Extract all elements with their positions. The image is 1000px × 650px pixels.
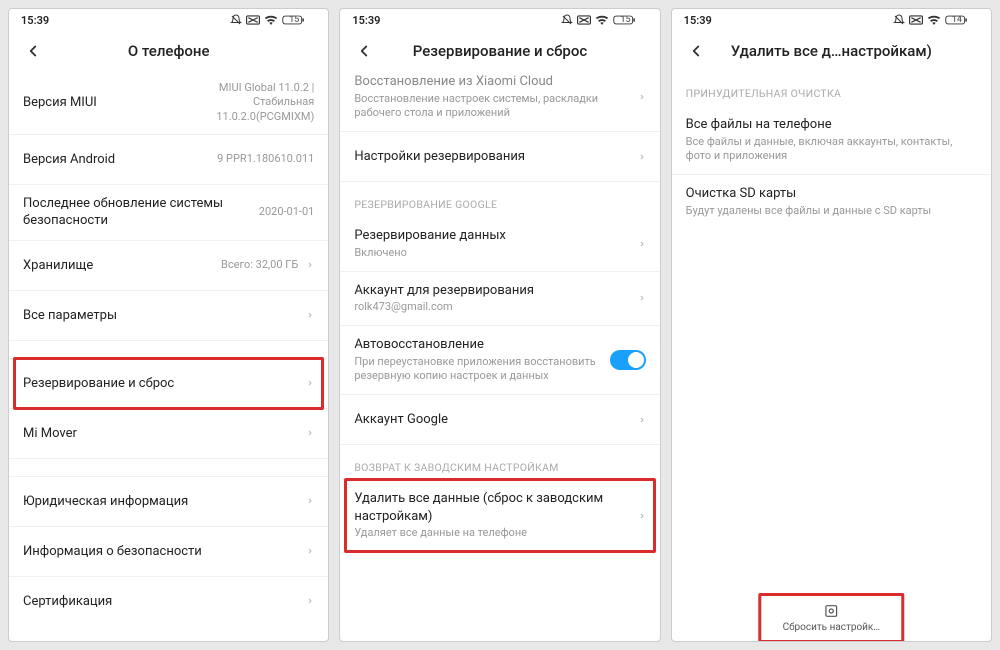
status-bar: 15:39 15 — [340, 9, 659, 31]
chevron-left-icon — [355, 42, 373, 60]
toggle-auto-restore[interactable] — [610, 350, 646, 370]
dnd-icon — [230, 14, 242, 26]
row-backup-settings[interactable]: Настройки резервирования — [340, 131, 659, 181]
section-force-wipe: ПРИНУДИТЕЛЬНАЯ ОЧИСТКА — [672, 71, 991, 106]
chevron-right-icon — [306, 595, 314, 607]
status-icons: 14 — [893, 14, 979, 26]
chevron-right-icon — [638, 238, 646, 250]
chevron-left-icon — [24, 42, 42, 60]
chevron-right-icon — [306, 427, 314, 439]
content-list[interactable]: Версия MIUI MIUI Global 11.0.2 | Стабиль… — [9, 71, 328, 641]
status-bar: 15:39 15 — [9, 9, 328, 31]
chevron-right-icon — [638, 151, 646, 163]
back-button[interactable] — [682, 42, 710, 60]
back-button[interactable] — [19, 42, 47, 60]
row-security-info[interactable]: Информация о безопасности — [9, 526, 328, 576]
reset-button[interactable]: Сбросить настройк… — [773, 597, 890, 639]
row-storage[interactable]: Хранилище Всего: 32,00 ГБ — [9, 240, 328, 290]
wifi-icon — [927, 15, 941, 25]
reset-icon — [823, 603, 839, 619]
page-title: Удалить все д…настройкам) — [710, 42, 953, 60]
reset-button-highlight: Сбросить настройк… — [773, 597, 890, 639]
row-auto-restore[interactable]: Автовосстановление При переустановке при… — [340, 325, 659, 394]
phone-screen-3: 15:39 14 Удалить все д…настройкам) ПРИНУ… — [671, 8, 992, 642]
chevron-right-icon — [306, 259, 314, 271]
content-list[interactable]: Восстановление из Xiaomi Cloud Восстанов… — [340, 71, 659, 641]
chevron-right-icon — [638, 292, 646, 304]
status-icons: 15 — [561, 14, 647, 26]
chevron-right-icon — [306, 377, 314, 389]
chevron-left-icon — [687, 42, 705, 60]
row-xiaomi-cloud[interactable]: Восстановление из Xiaomi Cloud Восстанов… — [340, 71, 659, 131]
chevron-right-icon — [638, 91, 646, 103]
dnd-icon — [893, 14, 905, 26]
chevron-right-icon — [638, 414, 646, 426]
row-all-params[interactable]: Все параметры — [9, 290, 328, 340]
chevron-right-icon — [638, 510, 646, 522]
row-miui-version[interactable]: Версия MIUI MIUI Global 11.0.2 | Стабиль… — [9, 71, 328, 134]
row-certification[interactable]: Сертификация — [9, 576, 328, 626]
status-icons: 15 — [230, 14, 316, 26]
sim-icon — [909, 15, 923, 25]
row-mi-mover[interactable]: Mi Mover — [9, 408, 328, 458]
battery-percent: 15 — [620, 15, 630, 25]
phone-screen-2: 15:39 15 Резервирование и сброс Восстано… — [339, 8, 660, 642]
clock: 15:39 — [21, 14, 49, 27]
page-title: О телефоне — [47, 42, 290, 60]
status-bar: 15:39 14 — [672, 9, 991, 31]
page-title: Резервирование и сброс — [378, 42, 621, 60]
row-legal-info[interactable]: Юридическая информация — [9, 476, 328, 526]
row-factory-reset[interactable]: Удалить все данные (сброс к заводским на… — [340, 480, 659, 551]
section-gap — [9, 458, 328, 476]
section-gap — [9, 340, 328, 358]
row-all-files[interactable]: Все файлы на телефоне Все файлы и данные… — [672, 106, 991, 174]
wifi-icon — [264, 15, 278, 25]
page-header: Удалить все д…настройкам) — [672, 31, 991, 71]
clock: 15:39 — [684, 14, 712, 27]
chevron-right-icon — [306, 545, 314, 557]
back-button[interactable] — [350, 42, 378, 60]
battery-percent: 15 — [289, 15, 299, 25]
content-list[interactable]: ПРИНУДИТЕЛЬНАЯ ОЧИСТКА Все файлы на теле… — [672, 71, 991, 641]
section-google-backup: РЕЗЕРВИРОВАНИЕ GOOGLE — [340, 181, 659, 217]
row-backup-account[interactable]: Аккаунт для резервирования rolk473@gmail… — [340, 271, 659, 325]
page-header: Резервирование и сброс — [340, 31, 659, 71]
row-backup-data[interactable]: Резервирование данных Включено — [340, 217, 659, 270]
row-backup-reset[interactable]: Резервирование и сброс — [9, 358, 328, 408]
row-google-account[interactable]: Аккаунт Google — [340, 394, 659, 444]
chevron-right-icon — [306, 495, 314, 507]
wifi-icon — [595, 15, 609, 25]
dnd-icon — [561, 14, 573, 26]
row-android-version[interactable]: Версия Android 9 PPR1.180610.011 — [9, 134, 328, 184]
row-sd-wipe[interactable]: Очистка SD карты Будут удалены все файлы… — [672, 174, 991, 228]
row-security-update[interactable]: Последнее обновление системы безопасност… — [9, 184, 328, 240]
sim-icon — [577, 15, 591, 25]
chevron-right-icon — [306, 309, 314, 321]
page-header: О телефоне — [9, 31, 328, 71]
sim-icon — [246, 15, 260, 25]
section-factory-reset: ВОЗВРАТ К ЗАВОДСКИМ НАСТРОЙКАМ — [340, 444, 659, 480]
battery-percent: 14 — [952, 15, 962, 25]
phone-screen-1: 15:39 15 О телефоне Версия MIUI MIUI Glo… — [8, 8, 329, 642]
clock: 15:39 — [352, 14, 380, 27]
reset-button-label: Сбросить настройк… — [783, 622, 880, 633]
